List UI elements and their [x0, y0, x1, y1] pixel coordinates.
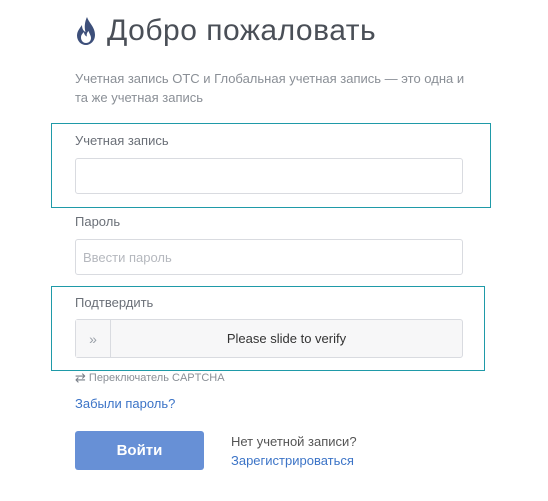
page-title: Добро пожаловать: [107, 14, 377, 47]
verify-label: Подтвердить: [75, 295, 154, 310]
intro-text: Учетная запись OTC и Глобальная учетная …: [75, 71, 465, 105]
swap-arrows-icon: ⇄: [75, 370, 86, 385]
header: Добро пожаловать: [75, 14, 376, 48]
account-input[interactable]: [75, 158, 463, 194]
captcha-switch-label: Переключатель CAPTCHA: [88, 372, 225, 384]
password-label: Пароль: [75, 214, 121, 229]
password-input[interactable]: [75, 239, 463, 275]
login-page: Добро пожаловать Учетная запись OTC и Гл…: [0, 0, 548, 501]
slider-text: Please slide to verify: [226, 331, 347, 346]
double-chevron-right-icon: »: [89, 330, 97, 347]
no-account-text: Нет учетной записи?: [231, 434, 357, 449]
captcha-switch[interactable]: ⇄ Переключатель CAPTCHA: [75, 370, 225, 386]
account-label: Учетная запись: [75, 133, 169, 148]
forgot-password-link[interactable]: Забыли пароль?: [75, 396, 175, 411]
verify-slider[interactable]: » Please slide to verify: [75, 319, 463, 358]
slider-handle[interactable]: »: [76, 320, 111, 357]
register-link[interactable]: Зарегистрироваться: [231, 453, 354, 468]
flame-icon: [77, 17, 95, 45]
login-button[interactable]: Войти: [75, 431, 204, 470]
